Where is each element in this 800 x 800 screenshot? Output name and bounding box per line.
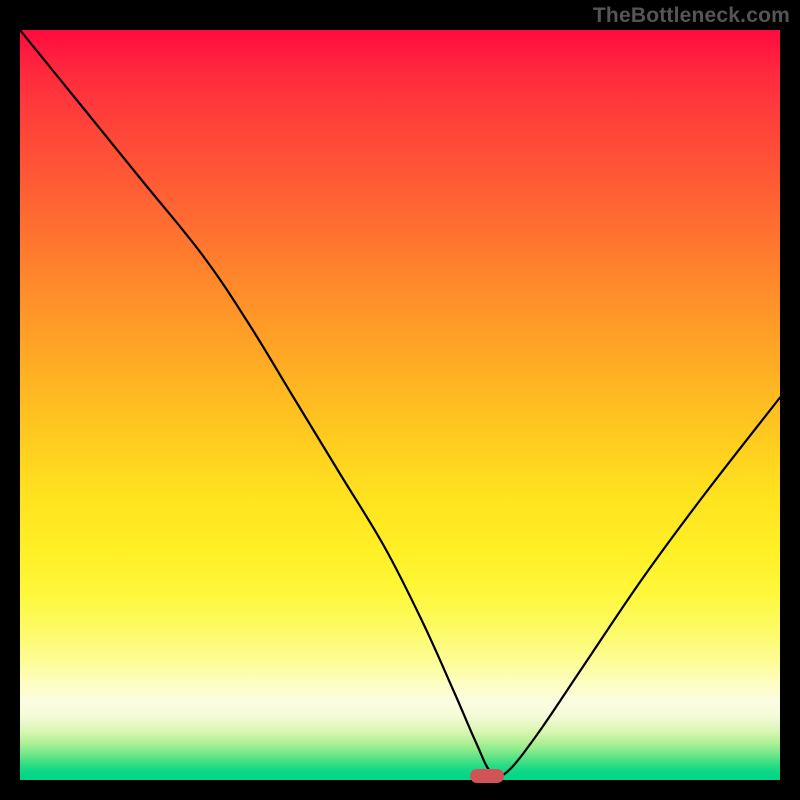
bottleneck-curve xyxy=(20,30,780,780)
watermark-text: TheBottleneck.com xyxy=(593,4,790,28)
chart-frame: TheBottleneck.com xyxy=(0,0,800,800)
plot-area xyxy=(20,30,780,780)
optimal-marker xyxy=(470,769,504,783)
